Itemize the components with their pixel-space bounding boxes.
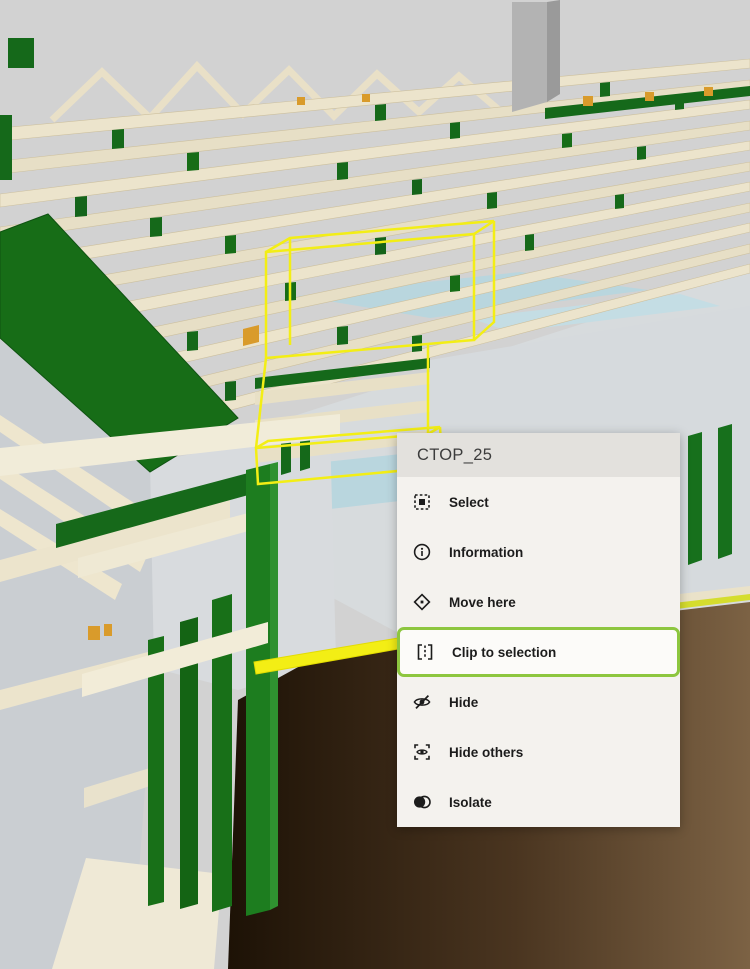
menu-item-label: Hide others <box>449 745 523 760</box>
menu-item-hide[interactable]: Hide <box>397 677 680 727</box>
menu-item-isolate[interactable]: Isolate <box>397 777 680 827</box>
hide-icon <box>412 692 432 712</box>
menu-item-hide-others[interactable]: Hide others <box>397 727 680 777</box>
menu-item-clip-to-selection[interactable]: Clip to selection <box>397 627 680 677</box>
menu-item-move-here[interactable]: Move here <box>397 577 680 627</box>
menu-item-information[interactable]: Information <box>397 527 680 577</box>
menu-item-label: Select <box>449 495 489 510</box>
green-block-top-left <box>8 38 34 68</box>
chimney <box>512 0 560 112</box>
move-here-icon <box>412 592 432 612</box>
clip-to-selection-icon <box>415 642 435 662</box>
menu-item-select[interactable]: Select <box>397 477 680 527</box>
hide-others-icon <box>412 742 432 762</box>
green-sliver-left-edge <box>0 115 12 180</box>
isolate-icon <box>412 792 432 812</box>
menu-item-label: Move here <box>449 595 516 610</box>
menu-item-label: Hide <box>449 695 478 710</box>
information-icon <box>412 542 432 562</box>
select-icon <box>412 492 432 512</box>
context-menu: CTOP_25 Select Information Move here Cli… <box>397 433 680 827</box>
menu-item-label: Information <box>449 545 523 560</box>
context-menu-title: CTOP_25 <box>397 433 680 477</box>
menu-item-label: Clip to selection <box>452 645 556 660</box>
menu-item-label: Isolate <box>449 795 492 810</box>
